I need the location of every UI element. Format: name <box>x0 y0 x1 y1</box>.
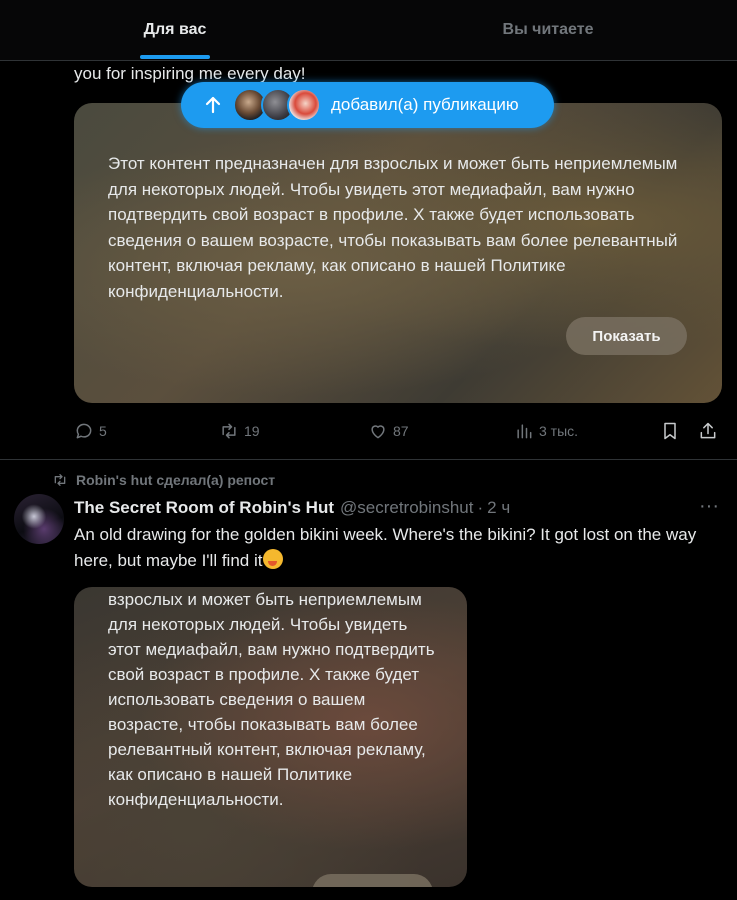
sensitive-content-notice: Этот контент предназначен для взрослых и… <box>108 154 678 301</box>
active-tab-indicator <box>140 55 210 59</box>
tab-for-you[interactable]: Для вас <box>0 0 350 60</box>
repost-label: Robin's hut сделал(а) репост <box>76 472 276 488</box>
sensitive-media[interactable]: Этот контент предназначен для взрослых и… <box>74 103 722 403</box>
share-icon <box>700 422 716 439</box>
author-handle[interactable]: @secretrobinshut <box>340 498 474 518</box>
reply-icon <box>76 423 92 439</box>
new-posts-avatars <box>233 86 321 124</box>
repost-count: 19 <box>244 423 260 439</box>
tab-following[interactable]: Вы читаете <box>370 0 726 60</box>
reply-button[interactable]: 5 <box>74 418 107 444</box>
sensitive-content-notice: взрослых и может быть неприемлемым для н… <box>108 590 435 809</box>
like-button[interactable]: 87 <box>368 418 409 444</box>
new-posts-label: добавил(а) публикацию <box>331 95 519 114</box>
bookmark-button[interactable] <box>660 418 685 444</box>
repost-button[interactable]: 19 <box>219 418 260 444</box>
face-with-hand-over-mouth-emoji <box>263 548 284 569</box>
heart-icon <box>371 425 385 439</box>
like-count: 87 <box>393 423 409 439</box>
avatar <box>287 88 321 122</box>
arrow-up-icon <box>205 96 221 114</box>
post-divider <box>0 459 737 460</box>
repost-icon <box>222 423 236 439</box>
post-header: The Secret Room of Robin's Hut @secretro… <box>74 497 510 519</box>
repost-context[interactable]: Robin's hut сделал(а) репост <box>52 470 275 490</box>
new-posts-pill[interactable]: добавил(а) публикацию <box>181 82 554 128</box>
more-options-icon[interactable]: ··· <box>698 496 720 519</box>
show-media-button[interactable]: Показать <box>566 317 687 355</box>
separator-dot: · <box>477 498 484 517</box>
views-button[interactable]: 3 тыс. <box>514 418 578 444</box>
view-count: 3 тыс. <box>539 423 579 439</box>
repost-icon <box>54 474 66 486</box>
views-chart-icon <box>517 424 532 439</box>
post-text: An old drawing for the golden bikini wee… <box>74 522 724 573</box>
sensitive-media[interactable]: взрослых и может быть неприемлемым для н… <box>74 587 467 887</box>
share-button[interactable] <box>698 418 723 444</box>
post-text: you for inspiring me every day! <box>74 64 306 83</box>
show-media-button[interactable] <box>312 874 433 887</box>
post-body: An old drawing for the golden bikini wee… <box>74 525 697 570</box>
avatar[interactable] <box>14 494 64 544</box>
bookmark-icon <box>664 422 676 440</box>
author-name[interactable]: The Secret Room of Robin's Hut <box>74 498 334 518</box>
post-timestamp[interactable]: 2 ч <box>487 498 510 518</box>
reply-count: 5 <box>99 423 107 439</box>
post-actions: 5 19 87 3 тыс. <box>74 418 722 444</box>
